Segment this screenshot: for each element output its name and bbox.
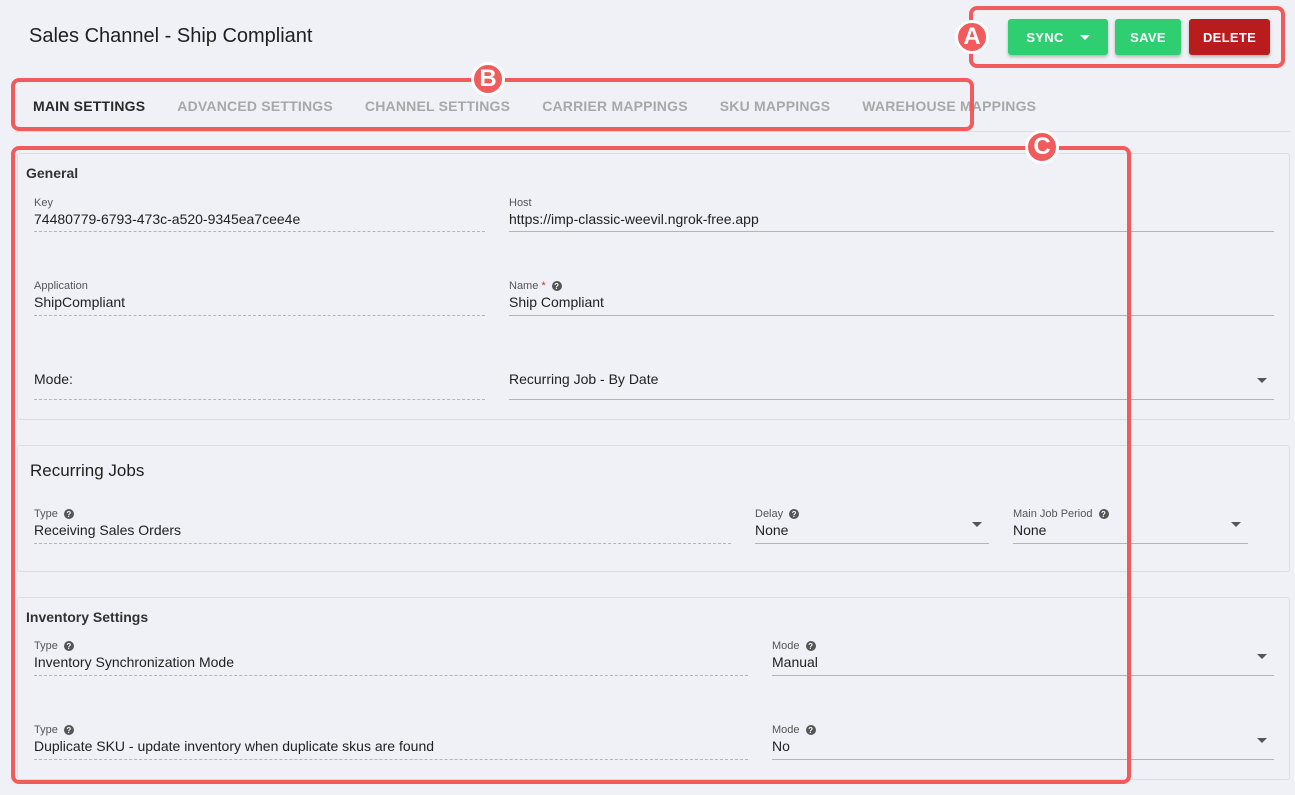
chevron-down-icon bbox=[1231, 522, 1241, 527]
chevron-down-icon bbox=[1257, 654, 1267, 659]
chevron-down-icon bbox=[1257, 738, 1267, 743]
annotation-box-c bbox=[11, 146, 1131, 784]
annotation-box-a bbox=[969, 6, 1285, 68]
tabs-divider bbox=[15, 131, 1290, 132]
chevron-down-icon bbox=[1257, 378, 1267, 383]
annotation-badge-a: A bbox=[955, 20, 989, 54]
annotation-badge-c: C bbox=[1025, 130, 1059, 164]
page-title: Sales Channel - Ship Compliant bbox=[29, 25, 313, 47]
annotation-badge-b: B bbox=[471, 62, 505, 96]
